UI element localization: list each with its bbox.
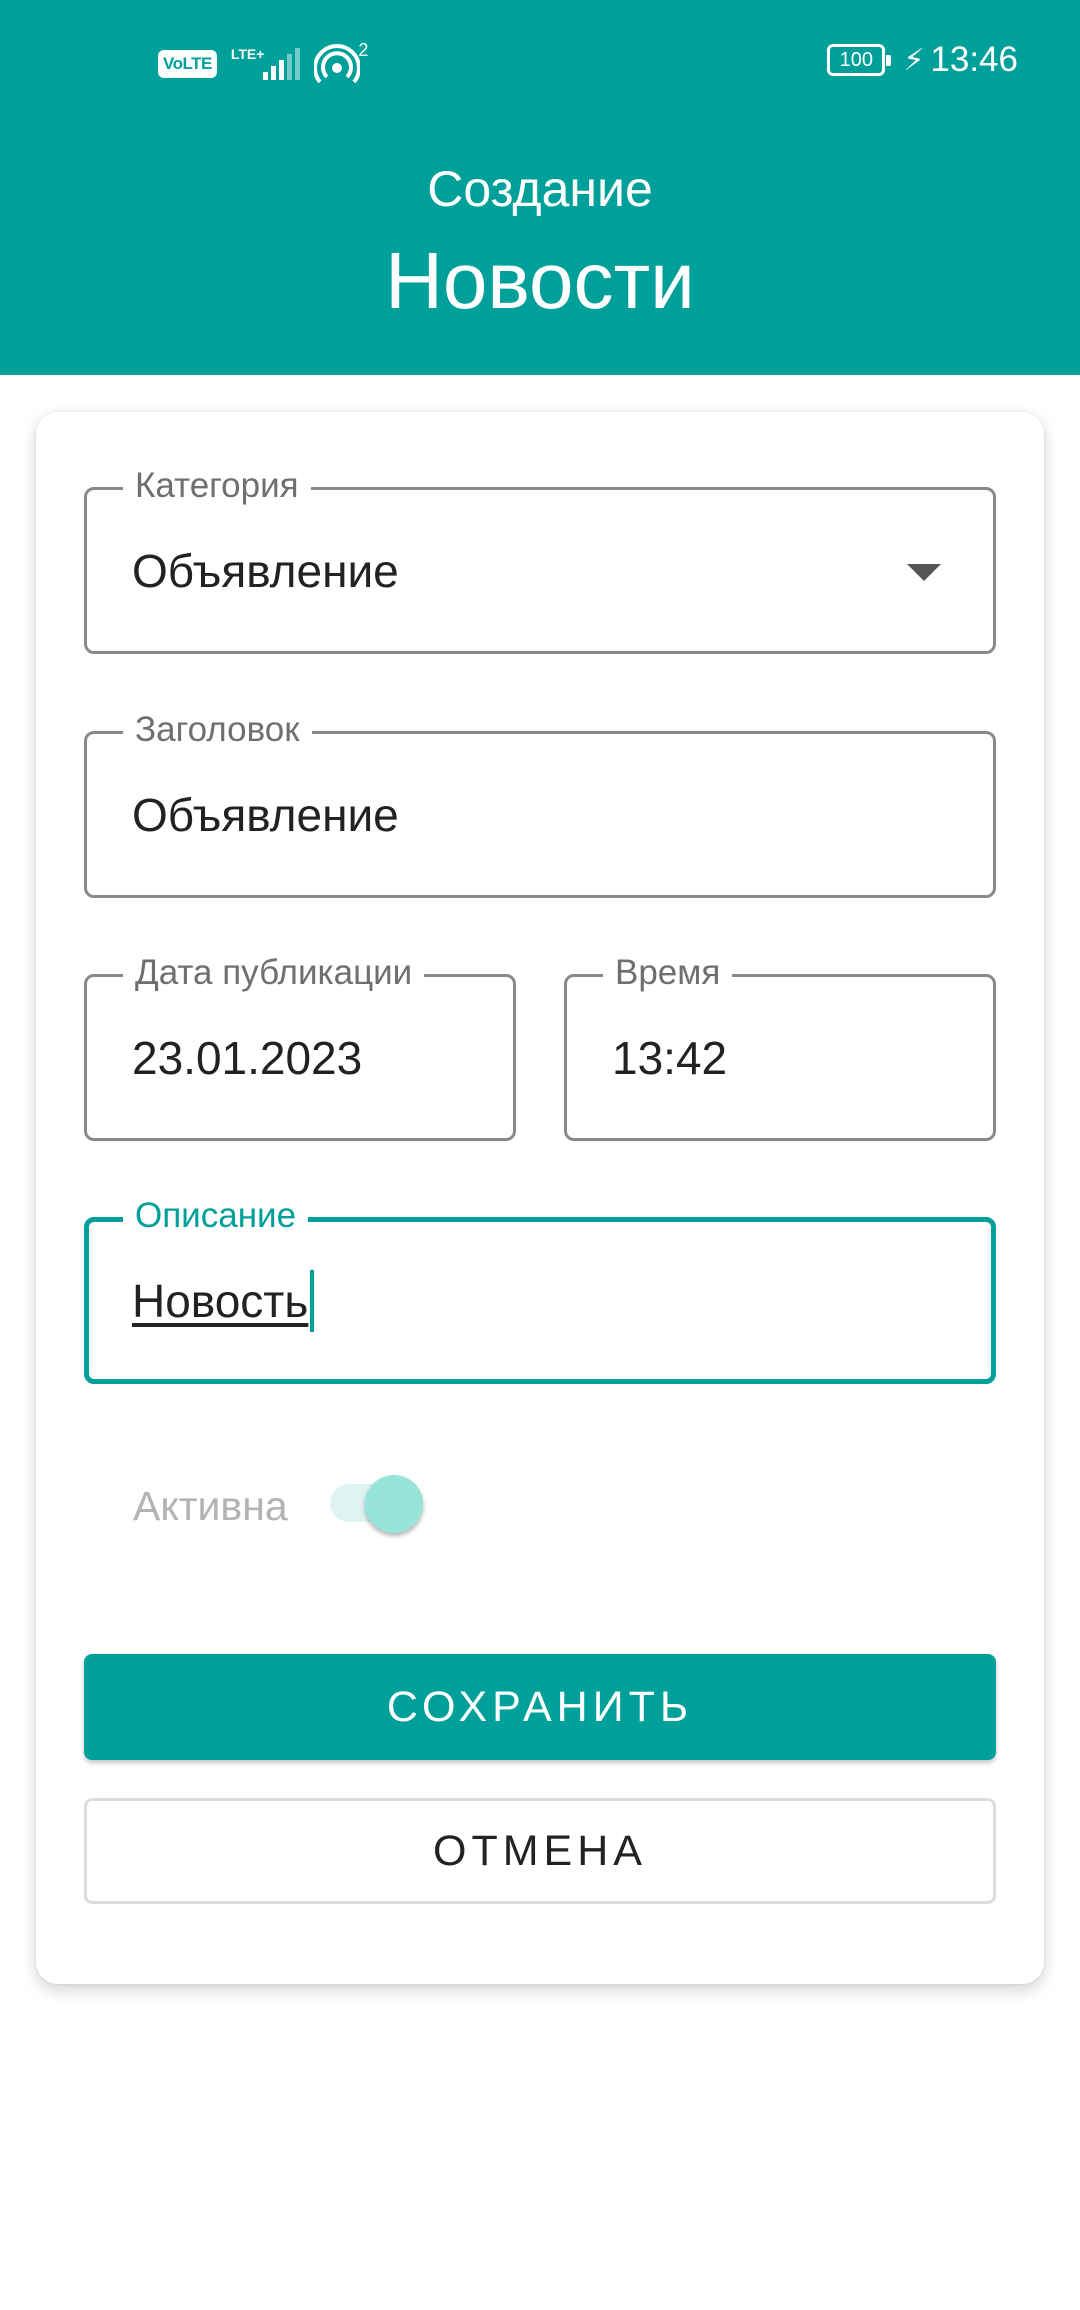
hotspot-count: 2 [358, 39, 369, 60]
cancel-button[interactable]: ОТМЕНА [84, 1798, 996, 1904]
charging-icon: ⚡ [903, 43, 925, 77]
category-dropdown[interactable]: Категория Объявление [84, 465, 996, 654]
time-value: 13:42 [612, 1031, 728, 1084]
status-time: 13:46 [930, 40, 1018, 79]
header-subtitle: Создание [427, 161, 653, 217]
status-bar: VoLTE LTE+ 2 100 ⚡ 13:46 [0, 38, 1080, 88]
volte-icon: VoLTE [158, 50, 217, 78]
category-value: Объявление [132, 544, 399, 597]
text-cursor [310, 1269, 315, 1332]
battery-icon: 100 [827, 44, 892, 76]
description-value: Новость [132, 1222, 315, 1379]
headline-value: Объявление [132, 788, 399, 841]
headline-field[interactable]: Заголовок Объявление [84, 709, 996, 898]
status-right: 100 ⚡ 13:46 [827, 40, 1018, 80]
description-field[interactable]: Описание Новость [84, 1195, 996, 1384]
page-title: Новости [385, 236, 695, 325]
app-header: VoLTE LTE+ 2 100 ⚡ 13:46 Создание Новост… [0, 0, 1080, 375]
hotspot-icon [313, 44, 362, 84]
description-text: Новость [132, 1274, 309, 1327]
publish-date-value: 23.01.2023 [132, 1031, 363, 1084]
active-label: Активна [133, 1483, 288, 1529]
lte-indicator: LTE+ [230, 46, 265, 62]
active-toggle-thumb[interactable] [365, 1475, 423, 1533]
save-button[interactable]: СОХРАНИТЬ [84, 1654, 996, 1760]
time-field[interactable]: Время 13:42 [564, 952, 996, 1141]
status-left: VoLTE LTE+ 2 [158, 40, 368, 84]
signal-icon [260, 48, 301, 80]
publish-date-field[interactable]: Дата публикации 23.01.2023 [84, 952, 516, 1141]
dropdown-arrow-icon[interactable] [907, 564, 941, 581]
